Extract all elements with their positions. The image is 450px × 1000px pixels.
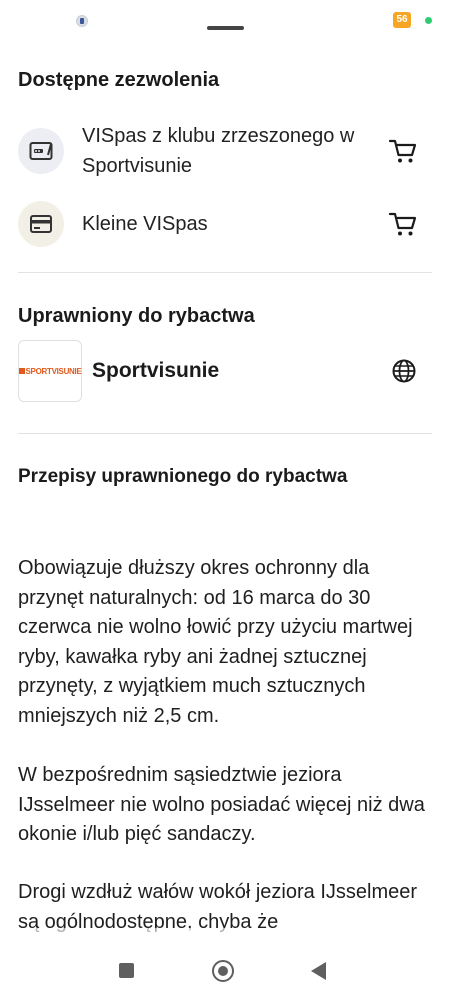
rules-paragraph: W bezpośrednim sąsiedztwie jeziora IJsse… bbox=[18, 764, 425, 845]
club-row[interactable]: SPORTVISUNIE Sportvisunie bbox=[18, 340, 432, 402]
cart-icon[interactable] bbox=[388, 210, 418, 238]
rules-heading: Przepisy uprawnionego do rybactwa bbox=[18, 466, 348, 487]
permits-heading: Dostępne zezwolenia bbox=[18, 69, 220, 91]
club-logo-text: SPORTVISUNIE bbox=[25, 366, 82, 376]
globe-icon[interactable] bbox=[392, 359, 416, 383]
credit-card-icon bbox=[18, 201, 64, 247]
recent-apps-button[interactable] bbox=[119, 963, 134, 978]
home-button[interactable] bbox=[212, 960, 234, 982]
facebook-notification-icon bbox=[76, 15, 88, 27]
battery-indicator: 56 bbox=[393, 12, 411, 28]
status-bar: 56 bbox=[0, 0, 450, 40]
rules-paragraph: Obowiązuje dłuższy okres ochronny dla pr… bbox=[18, 557, 413, 727]
permit-item-vispas-club[interactable]: VISpas z klubu zrzeszonego w Sportvisuni… bbox=[18, 120, 432, 182]
permit-label: Kleine VISpas bbox=[82, 213, 208, 235]
card-reader-icon bbox=[18, 128, 64, 174]
cart-icon[interactable] bbox=[388, 137, 418, 165]
section-divider bbox=[18, 433, 432, 434]
permit-item-kleine-vispas[interactable]: Kleine VISpas bbox=[18, 201, 432, 247]
club-logo: SPORTVISUNIE bbox=[18, 340, 82, 402]
section-divider bbox=[18, 272, 432, 273]
fishing-rights-heading: Uprawniony do rybactwa bbox=[18, 305, 255, 327]
system-navigation-bar bbox=[0, 945, 450, 1000]
sheet-drag-handle[interactable] bbox=[207, 26, 244, 30]
permit-label: VISpas z klubu zrzeszonego w Sportvisuni… bbox=[82, 125, 355, 177]
club-name: Sportvisunie bbox=[92, 359, 220, 382]
back-button[interactable] bbox=[311, 962, 326, 980]
privacy-indicator-dot bbox=[425, 17, 432, 24]
